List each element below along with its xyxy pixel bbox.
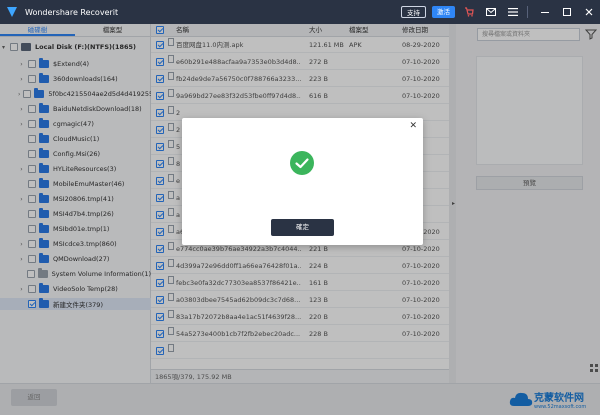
title-bar: Wondershare Recoverit 支持 激活 bbox=[0, 0, 600, 24]
mail-icon[interactable] bbox=[483, 4, 499, 20]
check-circle-icon bbox=[290, 151, 314, 175]
titlebar-separator bbox=[527, 6, 528, 18]
menu-icon[interactable] bbox=[505, 4, 521, 20]
app-title: Wondershare Recoverit bbox=[25, 7, 119, 17]
ok-button[interactable]: 確定 bbox=[271, 219, 334, 236]
logo-icon bbox=[7, 7, 17, 17]
register-button[interactable]: 激活 bbox=[432, 6, 455, 18]
minimize-icon[interactable] bbox=[534, 0, 556, 24]
cart-icon[interactable] bbox=[461, 4, 477, 20]
support-button[interactable]: 支持 bbox=[401, 6, 426, 18]
close-icon[interactable] bbox=[578, 0, 600, 24]
maximize-icon[interactable] bbox=[556, 0, 578, 24]
dialog-close-icon[interactable]: ✕ bbox=[409, 121, 417, 131]
success-dialog: ✕ 確定 bbox=[182, 118, 423, 245]
